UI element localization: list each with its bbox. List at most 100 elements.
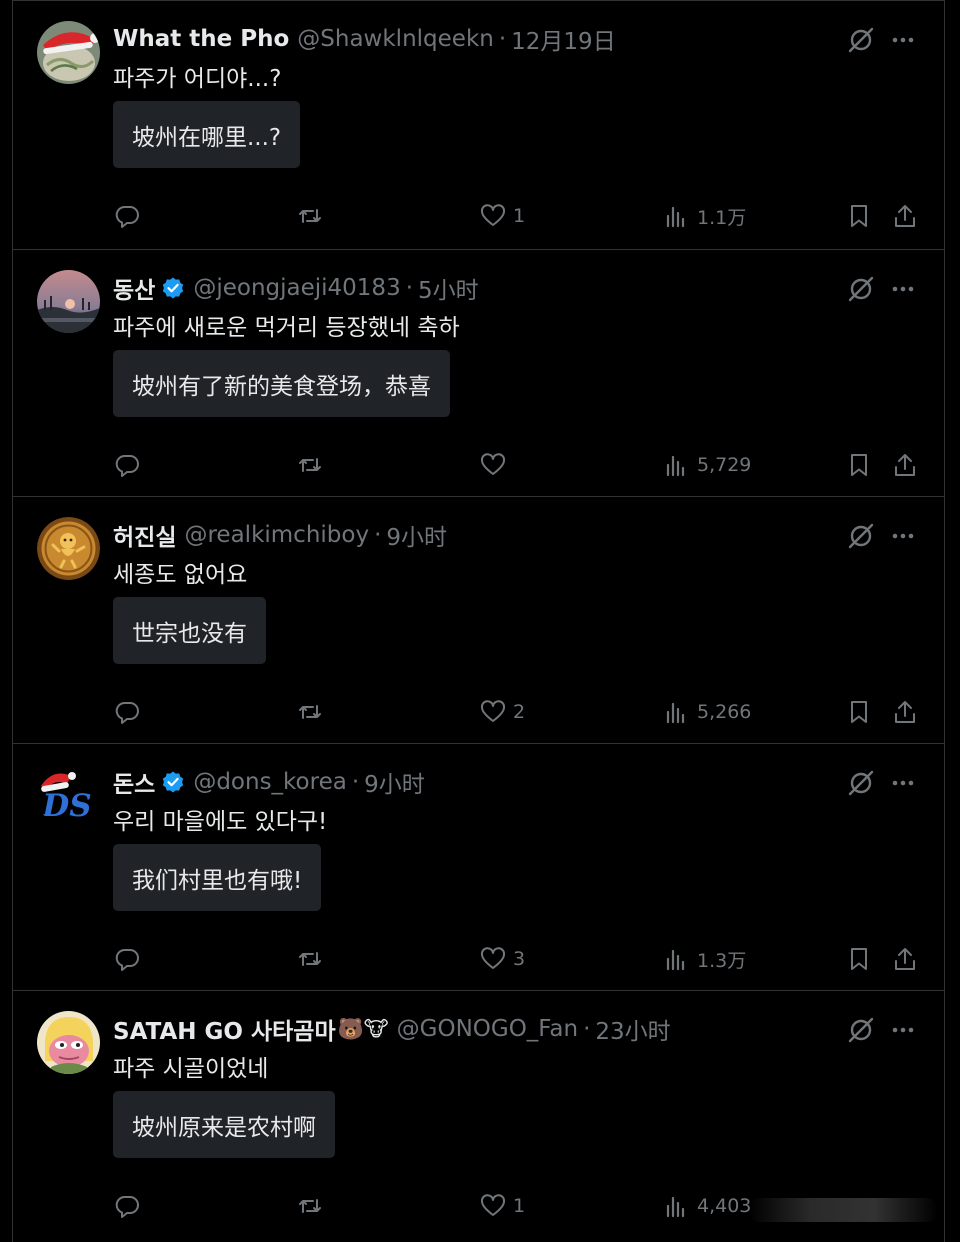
bookmark-button[interactable] [845,448,873,482]
tweet[interactable]: DS 돈스 @dons_korea · 9小时 우리 마을에도 있다구! 我们村… [13,744,944,991]
views-button[interactable]: 1.1万 [663,199,746,233]
like-button[interactable]: 1 [479,199,525,233]
timestamp[interactable]: 12月19日 [511,22,616,56]
reply-button[interactable] [113,199,141,233]
tweet-text: 파주에 새로운 먹거리 등장했네 축하 [113,315,460,341]
more-icon[interactable] [888,768,918,798]
more-icon[interactable] [888,521,918,551]
bookmark-button[interactable] [845,199,873,233]
views-button[interactable]: 5,729 [663,448,751,482]
tweet-text: 세종도 없어요 [113,562,248,588]
retweet-button[interactable] [296,1189,324,1223]
views-button[interactable]: 5,266 [663,695,751,729]
avatar[interactable] [37,21,100,84]
like-count: 3 [513,948,526,970]
bookmark-button[interactable] [845,695,873,729]
retweet-icon [296,698,324,726]
share-button[interactable] [891,448,919,482]
timestamp[interactable]: 5小时 [418,271,479,305]
retweet-button[interactable] [296,199,324,233]
name-emojis: 🐻🐮 [337,1016,389,1041]
views-icon [663,698,691,726]
reply-icon [113,698,141,726]
views-button[interactable]: 4,403 [663,1189,751,1223]
tweet-header: 동산 @jeongjaeji40183 · 5小时 [113,272,479,304]
grok-icon[interactable] [846,274,876,304]
timestamp[interactable]: 23小时 [595,1012,670,1046]
views-count: 5,729 [697,454,752,476]
share-icon [891,945,919,973]
views-count: 1.3万 [697,949,747,972]
views-icon [663,945,691,973]
tweet[interactable]: What the Pho @Shawklnlqeekn · 12月19日 파주가… [13,0,944,250]
tweet-text: 파주 시골이었네 [113,1056,269,1082]
bookmark-icon [845,451,873,479]
grok-icon[interactable] [846,521,876,551]
reply-icon [113,1192,141,1220]
share-button[interactable] [891,199,919,233]
like-count: 1 [513,205,526,227]
like-button[interactable]: 3 [479,942,525,976]
retweet-icon [296,202,324,230]
like-button[interactable]: 1 [479,1189,525,1223]
avatar[interactable]: DS [37,764,100,827]
display-name[interactable]: 동산 [113,271,155,305]
share-button[interactable] [891,942,919,976]
reply-button[interactable] [113,695,141,729]
avatar[interactable] [37,1011,100,1074]
action-bar: 2 5,266 [13,695,944,729]
retweet-icon [296,451,324,479]
retweet-button[interactable] [296,942,324,976]
separator-dot: · [405,275,414,301]
reply-button[interactable] [113,448,141,482]
watermark [748,1198,938,1222]
grok-icon[interactable] [846,768,876,798]
more-icon[interactable] [888,25,918,55]
separator-dot: · [351,769,360,795]
tweet-text: 파주가 어디야...? [113,66,282,92]
action-bar: 1 1.1万 [13,199,944,233]
display-name[interactable]: What the Pho [113,26,289,52]
tweet[interactable]: 동산 @jeongjaeji40183 · 5小时 파주에 새로운 먹거리 등장… [13,250,944,497]
bookmark-button[interactable] [845,942,873,976]
verified-badge-icon [161,276,185,300]
more-icon[interactable] [888,1015,918,1045]
like-button[interactable] [479,448,513,482]
retweet-button[interactable] [296,448,324,482]
grok-icon[interactable] [846,1015,876,1045]
timestamp[interactable]: 9小时 [364,765,425,799]
views-icon [663,451,691,479]
translation-box: 我们村里也有哦! [113,844,322,911]
reply-button[interactable] [113,1189,141,1223]
retweet-button[interactable] [296,695,324,729]
tweet-text: 우리 마을에도 있다구! [113,809,328,835]
bookmark-icon [845,945,873,973]
like-button[interactable]: 2 [479,695,525,729]
user-handle[interactable]: @jeongjaeji40183 [193,275,400,301]
tweet[interactable]: 허진실 @realkimchiboy · 9小时 세종도 없어요 世宗也没有 2 [13,497,944,744]
views-button[interactable]: 1.3万 [663,942,746,976]
avatar[interactable] [37,270,100,333]
user-handle[interactable]: @Shawklnlqeekn [297,26,494,52]
like-count: 2 [513,701,526,723]
reply-icon [113,202,141,230]
timestamp[interactable]: 9小时 [386,518,447,552]
views-icon [663,1192,691,1220]
avatar[interactable] [37,517,100,580]
retweet-icon [296,1192,324,1220]
display-name[interactable]: 허진실 [113,518,176,552]
share-button[interactable] [891,695,919,729]
grok-icon[interactable] [846,25,876,55]
tweet-header: What the Pho @Shawklnlqeekn · 12月19日 [113,23,616,55]
heart-icon [479,1192,507,1220]
translation-box: 坡州有了新的美食登场，恭喜 [113,350,450,417]
tweet-header: SATAH GO 사타곰마 🐻🐮 @GONOGO_Fan · 23小时 [113,1013,671,1045]
more-icon[interactable] [888,274,918,304]
display-name[interactable]: 돈스 [113,765,155,799]
translation-box: 世宗也没有 [113,597,266,664]
reply-button[interactable] [113,942,141,976]
display-name[interactable]: SATAH GO 사타곰마 [113,1012,336,1046]
user-handle[interactable]: @realkimchiboy [184,522,369,548]
user-handle[interactable]: @GONOGO_Fan [397,1016,578,1042]
user-handle[interactable]: @dons_korea [193,769,347,795]
